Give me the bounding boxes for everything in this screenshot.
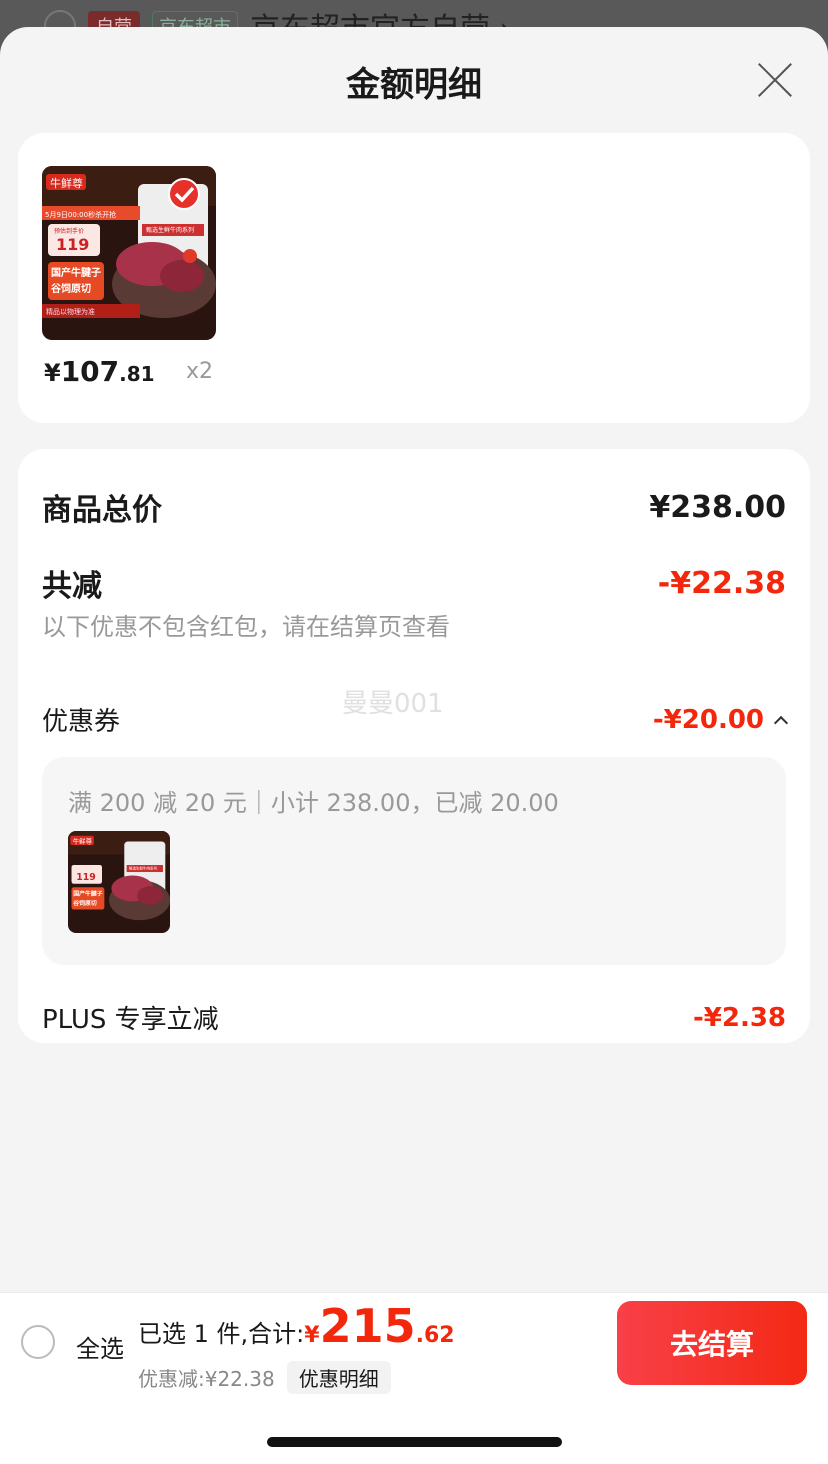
image-price-text: 119: [56, 235, 89, 254]
product-price: ¥107.81: [44, 355, 155, 388]
product-card: 牛鲜尊 5月9日00:00秒杀开抢 预估到手价 119 国产牛腱子 谷饲原切 甄…: [18, 133, 810, 423]
close-icon[interactable]: [756, 61, 794, 99]
total-summary: 已选 1 件,合计: ¥ 215 .62: [138, 1303, 455, 1349]
coupon-detail-box: 满 200 减 20 元｜小计 238.00，已减 20.00 牛鲜尊 119 …: [42, 757, 786, 965]
plus-reduce-row: PLUS 专享立减 -¥2.38: [42, 999, 786, 1036]
plus-reduce-value: -¥2.38: [692, 1002, 786, 1033]
coupon-value-group[interactable]: -¥20.00: [652, 704, 789, 735]
coupon-product-image: 牛鲜尊 119 国产牛腱子 谷饲原切 甄选生鲜牛肉系列: [68, 831, 170, 933]
total-reduce-row: 共减 -¥22.38: [42, 561, 786, 605]
summary-prefix: 已选 1 件,合计:: [138, 1320, 305, 1348]
image-pack-title: 甄选生鲜牛肉系列: [146, 226, 194, 234]
discount-line: 优惠减:¥22.38 优惠明细: [138, 1361, 391, 1394]
coupon-label: 优惠券: [42, 707, 121, 737]
image-brand-text: 牛鲜尊: [50, 176, 83, 190]
summary-total-integer: 215: [319, 1299, 416, 1353]
checkout-bar: 全选 已选 1 件,合计: ¥ 215 .62 优惠减:¥22.38 优惠明细 …: [0, 1292, 828, 1394]
image-line1-text: 国产牛腱子: [51, 266, 101, 279]
summary-total-decimal: .62: [415, 1323, 455, 1348]
coupon-image-price-text: 119: [76, 872, 96, 883]
reduce-note: 以下优惠不包含红包，请在结算页查看: [42, 613, 450, 641]
product-image[interactable]: 牛鲜尊 5月9日00:00秒杀开抢 预估到手价 119 国产牛腱子 谷饲原切 甄…: [42, 166, 216, 340]
image-footer-text: 精品以物理为准: [46, 307, 95, 316]
select-all-label[interactable]: 全选: [76, 1329, 124, 1364]
total-reduce-value: -¥22.38: [657, 565, 786, 601]
price-integer: 107: [60, 355, 120, 388]
checkout-button[interactable]: 去结算: [617, 1301, 807, 1385]
home-indicator: [267, 1437, 562, 1447]
amount-detail-card: 商品总价 ¥238.00 共减 -¥22.38 以下优惠不包含红包，请在结算页查…: [18, 449, 810, 1043]
watermark: 曼曼001: [342, 689, 444, 719]
coupon-rule-text: 满 200 减 20 元｜小计 238.00，已减 20.00: [68, 789, 559, 817]
select-all-radio[interactable]: [21, 1325, 55, 1359]
amount-detail-sheet: 金额明细 牛鲜尊 5月9日00:00秒杀开抢 预估到手价 119 国产牛腱子 谷…: [0, 27, 828, 1292]
price-decimal: .81: [119, 362, 155, 386]
total-price-row: 商品总价 ¥238.00: [42, 485, 786, 529]
total-reduce-label: 共减: [42, 569, 102, 604]
summary-currency: ¥: [304, 1323, 320, 1348]
image-line2-text: 谷饲原切: [51, 282, 91, 295]
product-quantity: x2: [186, 359, 214, 384]
total-price-label: 商品总价: [42, 493, 162, 528]
chevron-up-icon[interactable]: [773, 715, 789, 730]
price-currency: ¥: [44, 359, 61, 387]
coupon-image-brand-text: 牛鲜尊: [73, 836, 93, 845]
sheet-title: 金额明细: [346, 65, 482, 105]
total-price-value: ¥238.00: [649, 489, 786, 525]
coupon-value: -¥20.00: [652, 704, 764, 735]
plus-reduce-label: PLUS 专享立减: [42, 1005, 219, 1035]
coupon-image-pack-title: 甄选生鲜牛肉系列: [129, 866, 157, 871]
discount-text: 优惠减:¥22.38: [138, 1367, 275, 1391]
image-price-label: 预估到手价: [54, 227, 84, 235]
discount-detail-button[interactable]: 优惠明细: [286, 1361, 391, 1394]
image-promo-text: 5月9日00:00秒杀开抢: [45, 210, 116, 219]
